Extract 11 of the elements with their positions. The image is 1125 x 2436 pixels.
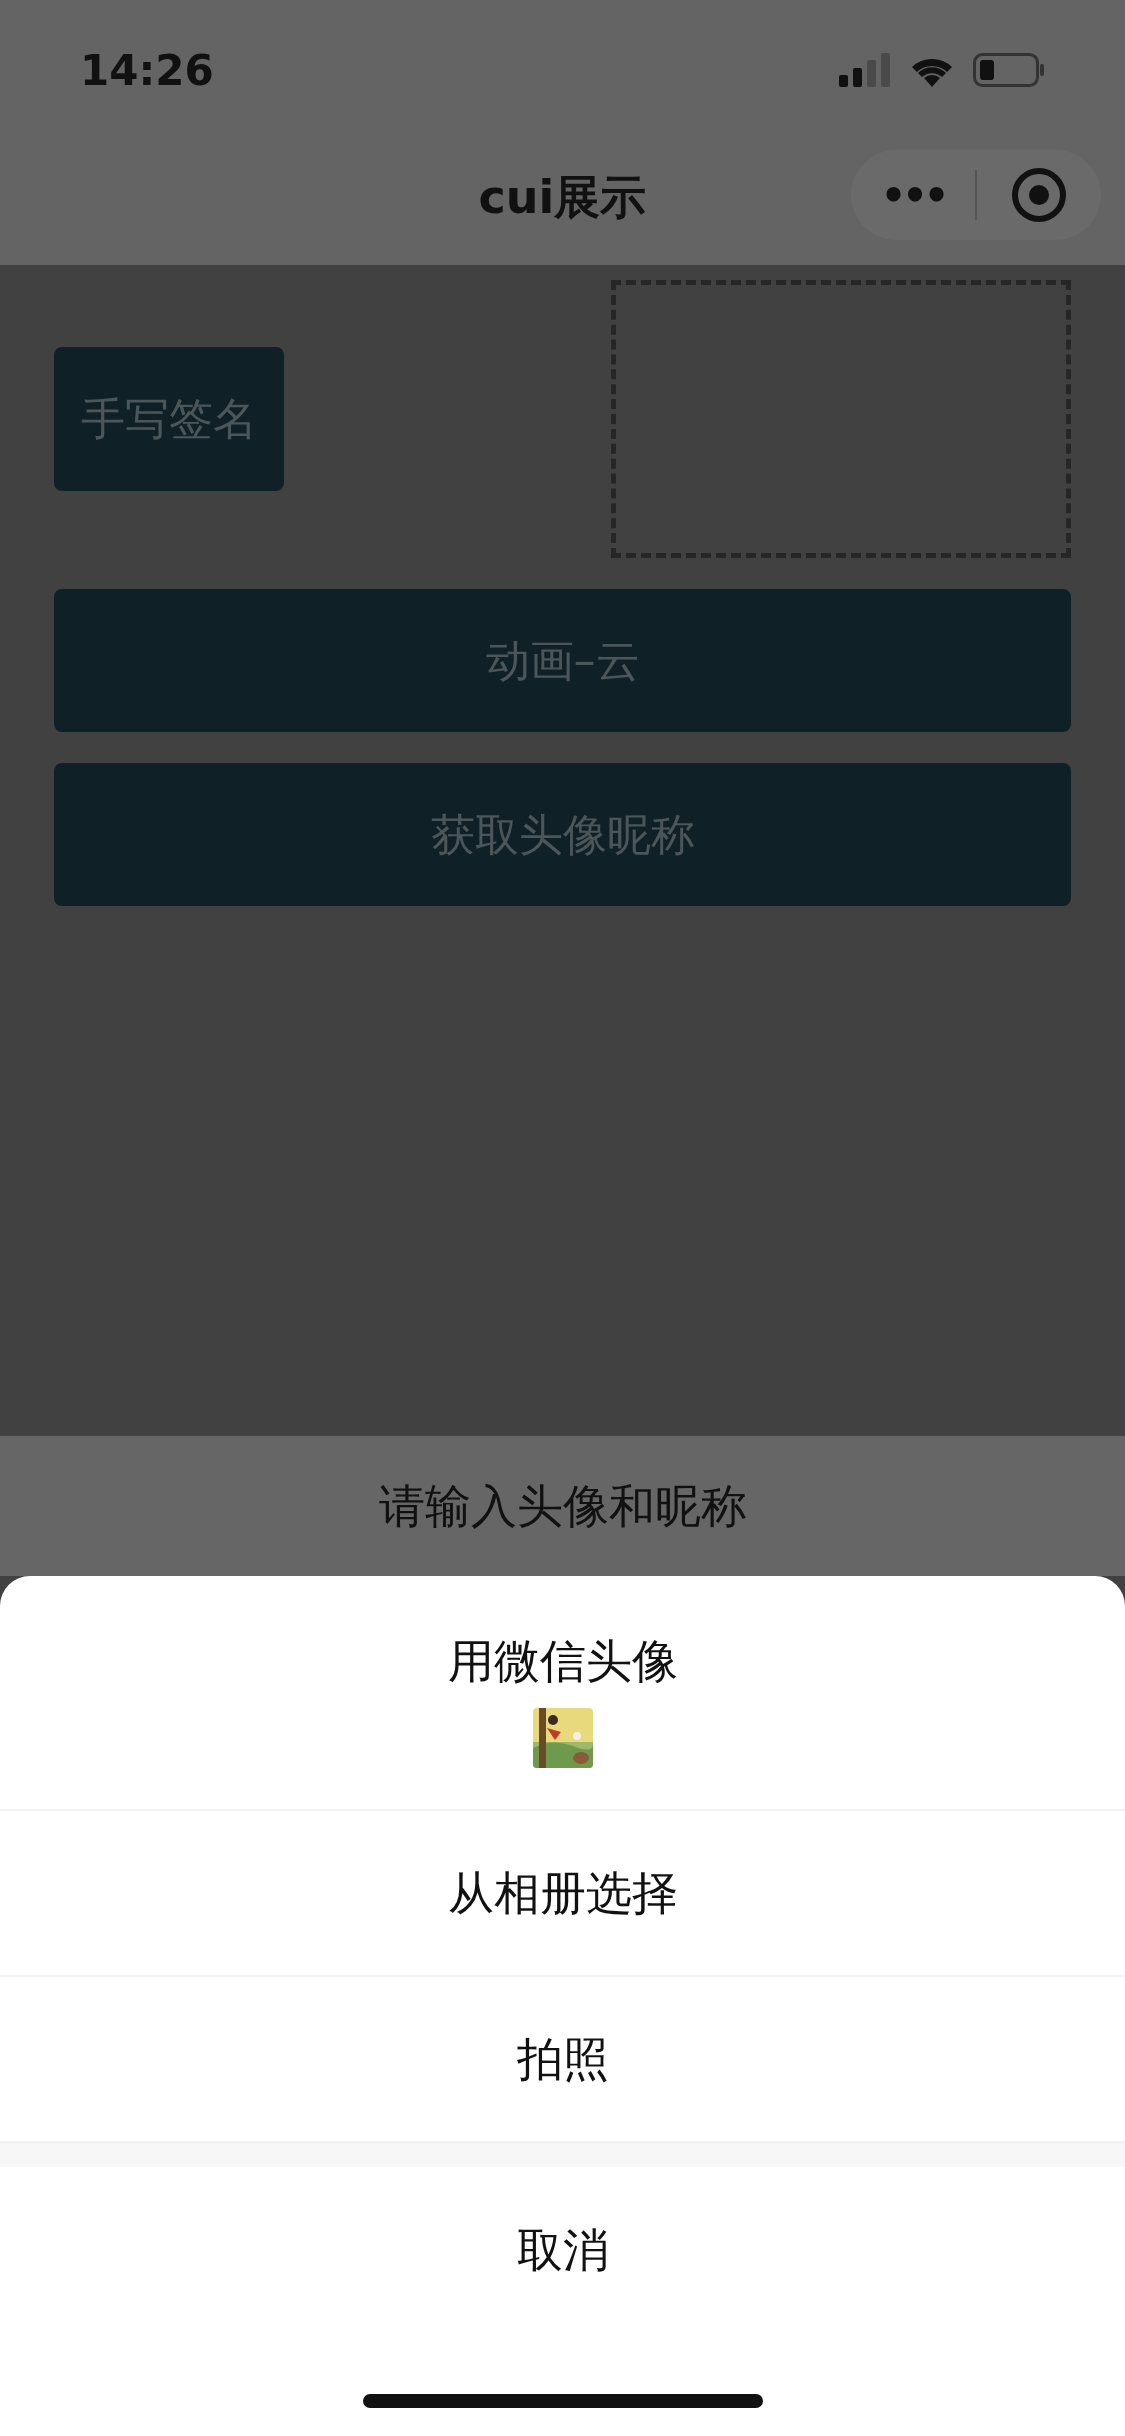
battery-icon <box>973 53 1045 87</box>
option-label: 拍照 <box>516 2030 609 2088</box>
page-title: cui展示 <box>478 169 647 226</box>
sheet-title: 请输入头像和昵称 <box>378 1477 747 1535</box>
option-label: 从相册选择 <box>447 1864 678 1922</box>
sheet-option[interactable]: 用微信头像 <box>0 1576 1125 1811</box>
option-label: 用微信头像 <box>447 1633 678 1690</box>
signal-icon <box>839 53 891 87</box>
status-time: 14:26 <box>80 44 210 97</box>
target-icon <box>1011 167 1067 223</box>
sheet-option[interactable]: 从相册选择 <box>0 1811 1125 1977</box>
